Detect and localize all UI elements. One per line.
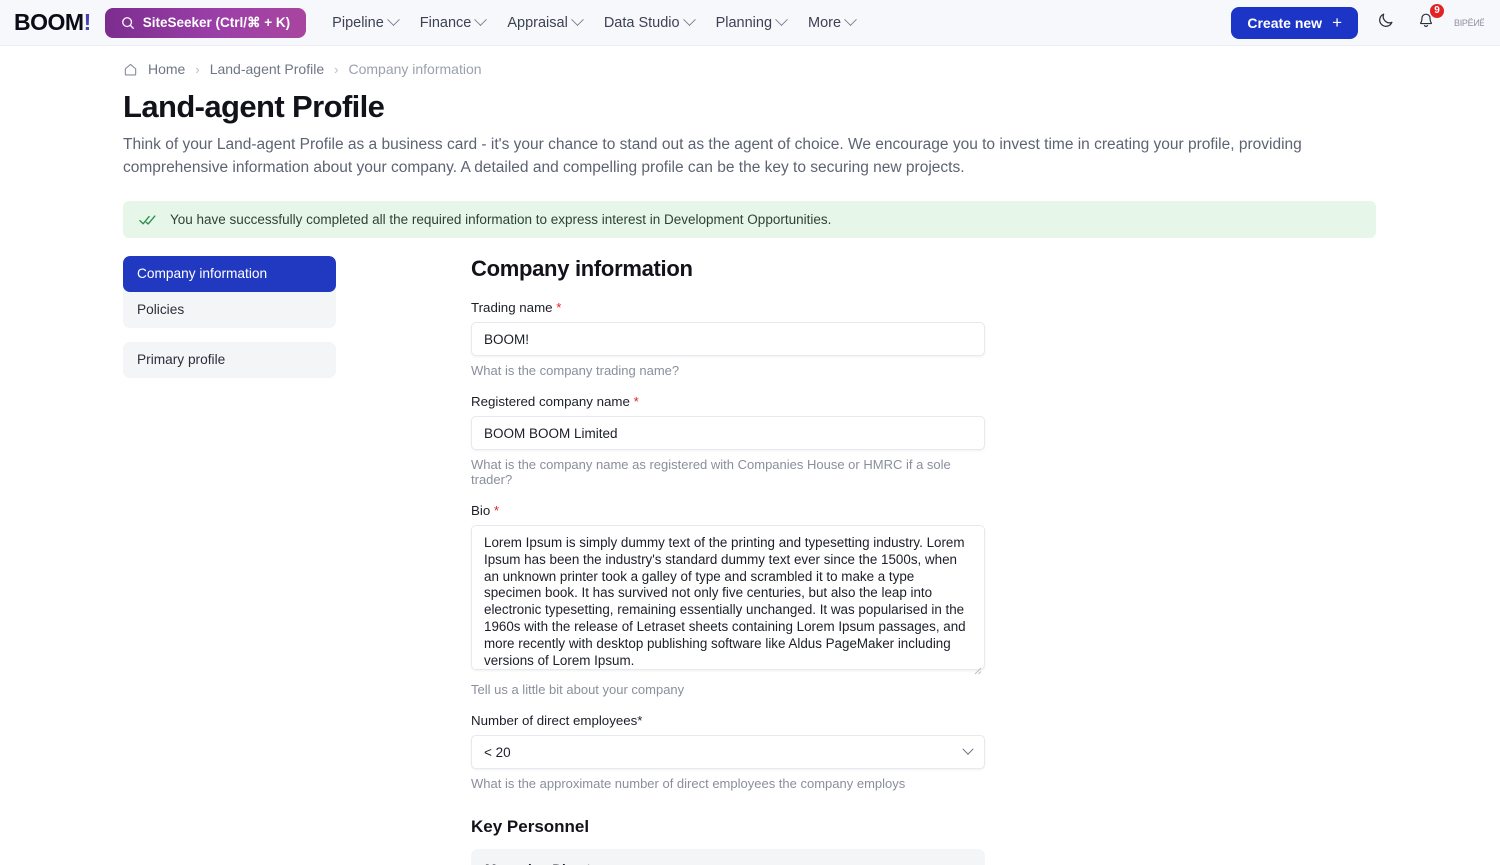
form-section-title: Company information [471,256,693,281]
chevron-down-icon [775,13,788,27]
moon-icon [1377,11,1395,34]
sidebar-item-label: Company information [137,266,268,281]
sidebar-item-primary-profile[interactable]: Primary profile [123,342,336,378]
field-registered-company-name: Registered company name * What is the co… [471,394,991,487]
field-number-of-direct-employees: Number of direct employees* < 20 What is… [471,713,991,791]
logo-text: BOOM [14,9,84,35]
logo-exclamation: ! [83,9,92,35]
nav-item-planning[interactable]: Planning [715,13,788,31]
breadcrumb-item-land-agent-profile[interactable]: Land-agent Profile [210,61,324,77]
sidebar-item-label: Primary profile [137,352,226,367]
trading-name-hint: What is the company trading name? [471,363,680,378]
avatar-label: ВІРЁИЁ [1454,17,1484,28]
search-icon [121,16,135,30]
breadcrumb-separator: › [334,61,339,77]
breadcrumb-separator: › [195,61,200,77]
home-icon[interactable] [123,62,138,77]
registered-company-name-input[interactable] [471,416,985,450]
nav-item-data-studio[interactable]: Data Studio [603,13,696,31]
employees-select[interactable]: < 20 [471,735,985,769]
bio-label: Bio * [471,503,991,518]
employees-selected-value: < 20 [484,744,511,760]
plus-icon: + [1332,13,1342,32]
bio-textarea[interactable] [471,525,985,670]
label-text: Bio [471,503,494,518]
create-new-label: Create new [1247,14,1323,31]
top-navigation-bar: BOOM! SiteSeeker (Ctrl/⌘ + K) Pipeline F… [0,0,1500,46]
success-alert-message: You have successfully completed all the … [170,212,832,227]
registered-company-name-hint: What is the company name as registered w… [471,457,951,487]
breadcrumb-item-home[interactable]: Home [148,61,185,77]
nav-label: Planning [715,14,773,31]
key-personnel-row[interactable]: Managing Director [471,849,985,865]
nav-item-pipeline[interactable]: Pipeline [332,13,400,31]
label-text: Number of direct employees [471,713,638,728]
chevron-down-icon [570,13,584,27]
employees-hint: What is the approximate number of direct… [471,776,906,791]
dark-mode-toggle[interactable] [1374,11,1398,35]
field-bio: Bio * Tell us a little bit about your co… [471,503,991,697]
double-check-icon [139,213,157,227]
nav-item-appraisal[interactable]: Appraisal [507,13,584,31]
content-area: Company information Policies Primary pro… [0,238,1500,865]
siteseeker-button[interactable]: SiteSeeker (Ctrl/⌘ + K) [104,7,307,38]
chevron-down-icon [844,13,857,27]
settings-sidebar: Company information Policies Primary pro… [123,256,336,865]
sidebar-group-company: Company information Policies [123,256,336,328]
breadcrumb-item-current: Company information [348,61,482,77]
chevron-down-icon [474,13,488,27]
trading-name-label: Trading name * [471,300,991,315]
label-text: Registered company name [471,394,634,409]
page-intro-text: Think of your Land-agent Profile as a bu… [123,136,1302,176]
chevron-down-icon [962,743,974,755]
success-alert: You have successfully completed all the … [123,201,1376,238]
bio-hint: Tell us a little bit about your company [471,682,685,697]
employees-label: Number of direct employees* [471,713,991,728]
page-body: Home › Land-agent Profile › Company info… [0,46,1500,865]
company-information-form: Company information Trading name * What … [471,256,991,865]
main-menu: Pipeline Finance Appraisal Data Studio P… [332,13,857,31]
key-personnel-title: Key Personnel [471,817,590,836]
user-avatar[interactable]: ВІРЁИЁ [1454,10,1484,36]
bio-textarea-wrapper [471,525,985,675]
registered-company-name-label: Registered company name * [471,394,991,409]
notification-badge: 9 [1429,2,1445,19]
sidebar-group-profile: Primary profile [123,342,336,378]
required-asterisk: * [493,503,500,518]
nav-label: Data Studio [603,14,680,31]
chevron-down-icon [682,13,696,27]
sidebar-item-policies[interactable]: Policies [123,292,336,328]
required-asterisk: * [556,300,562,315]
trading-name-input[interactable] [471,322,985,356]
nav-label: Finance [419,14,472,31]
nav-label: More [808,14,842,31]
sidebar-item-label: Policies [137,302,185,317]
chevron-down-icon [386,13,400,27]
nav-label: Appraisal [507,14,568,31]
nav-item-finance[interactable]: Finance [419,13,488,31]
app-logo[interactable]: BOOM! [14,9,91,36]
nav-item-more[interactable]: More [808,13,857,31]
field-trading-name: Trading name * What is the company tradi… [471,300,991,378]
required-asterisk: * [637,713,643,728]
notifications-button[interactable]: 9 [1414,2,1445,35]
breadcrumb: Home › Land-agent Profile › Company info… [0,46,1500,77]
siteseeker-label: SiteSeeker (Ctrl/⌘ + K) [142,14,291,30]
page-title: Land-agent Profile [123,89,385,124]
nav-right-actions: Create new + 9 ВІРЁИЁ [1231,2,1486,39]
create-new-button[interactable]: Create new + [1231,6,1358,39]
nav-label: Pipeline [332,14,384,31]
sidebar-item-company-information[interactable]: Company information [123,256,336,292]
label-text: Trading name [471,300,557,315]
required-asterisk: * [633,394,639,409]
